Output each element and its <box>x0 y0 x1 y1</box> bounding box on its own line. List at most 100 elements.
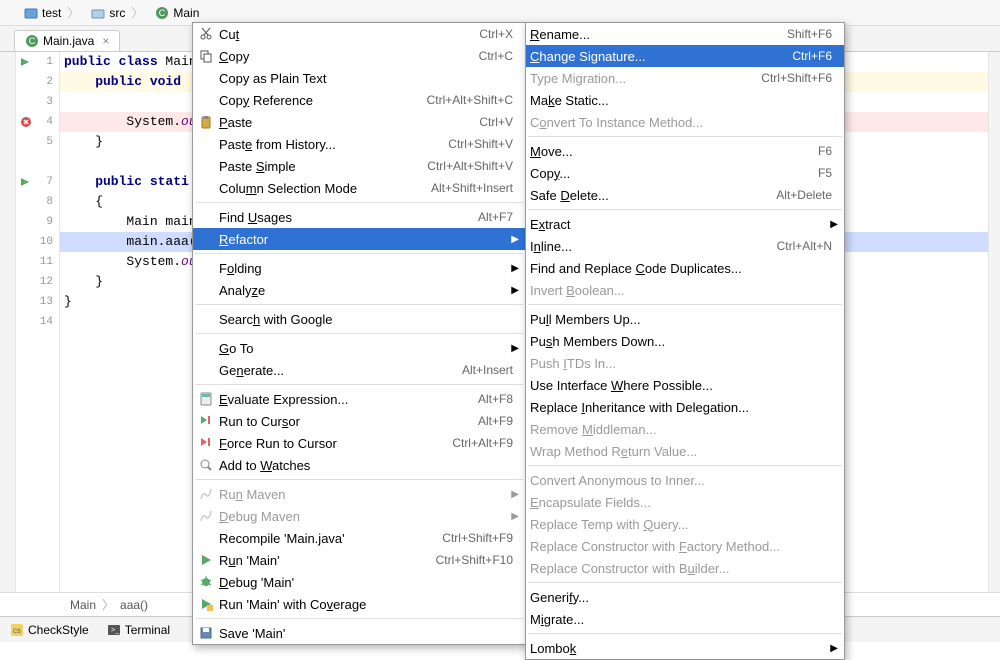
menu-item[interactable]: Refactor▶ <box>193 228 525 250</box>
menu-label: Use Interface Where Possible... <box>530 378 832 393</box>
submenu-arrow-icon: ▶ <box>511 263 519 274</box>
menu-item[interactable]: Migrate... <box>526 608 844 630</box>
blank-icon <box>197 92 215 108</box>
gutter-line[interactable]: 11 <box>16 252 59 272</box>
menu-item[interactable]: Column Selection ModeAlt+Shift+Insert <box>193 177 525 199</box>
menu-item[interactable]: Paste from History...Ctrl+Shift+V <box>193 133 525 155</box>
menu-item[interactable]: Inline...Ctrl+Alt+N <box>526 235 844 257</box>
run-gutter-icon[interactable] <box>20 177 30 187</box>
menu-item[interactable]: Copy ReferenceCtrl+Alt+Shift+C <box>193 89 525 111</box>
menu-shortcut: Ctrl+C <box>479 49 513 63</box>
error-gutter-icon[interactable] <box>20 116 32 128</box>
menu-item[interactable]: CutCtrl+X <box>193 23 525 45</box>
menu-item[interactable]: Move...F6 <box>526 140 844 162</box>
menu-item[interactable]: Make Static... <box>526 89 844 111</box>
blank-icon <box>197 362 215 378</box>
blank-icon <box>197 136 215 152</box>
menu-item[interactable]: Recompile 'Main.java'Ctrl+Shift+F9 <box>193 527 525 549</box>
menu-item[interactable]: Force Run to CursorCtrl+Alt+F9 <box>193 432 525 454</box>
blank-icon <box>197 260 215 276</box>
menu-item[interactable]: Find UsagesAlt+F7 <box>193 206 525 228</box>
gutter-line[interactable]: 10 <box>16 232 59 252</box>
menu-item[interactable]: Folding▶ <box>193 257 525 279</box>
menu-separator <box>195 253 523 254</box>
menu-label: Wrap Method Return Value... <box>530 444 832 459</box>
menu-item[interactable]: Find and Replace Code Duplicates... <box>526 257 844 279</box>
menu-label: Add to Watches <box>219 458 513 473</box>
menu-shortcut: Ctrl+Alt+F9 <box>452 436 513 450</box>
menu-item[interactable]: Debug 'Main' <box>193 571 525 593</box>
cs-icon: cs <box>10 623 24 637</box>
bc2-class[interactable]: Main <box>70 598 96 612</box>
menu-separator <box>528 465 842 466</box>
menu-item[interactable]: Search with Google <box>193 308 525 330</box>
refactor-submenu: Rename...Shift+F6Change Signature...Ctrl… <box>525 22 845 660</box>
menu-item[interactable]: Extract▶ <box>526 213 844 235</box>
context-menu: CutCtrl+XCopyCtrl+C Copy as Plain Text Cop… <box>192 22 526 645</box>
menu-item[interactable]: Copy as Plain Text <box>193 67 525 89</box>
menu-item[interactable]: Generify... <box>526 586 844 608</box>
menu-item[interactable]: Run 'Main' with Coverage <box>193 593 525 615</box>
svg-text:C: C <box>159 8 166 18</box>
menu-shortcut: Ctrl+Shift+V <box>448 137 513 151</box>
maven-icon <box>197 486 215 502</box>
menu-item: Run Maven▶ <box>193 483 525 505</box>
gutter-line[interactable]: 14 <box>16 312 59 332</box>
folder-icon <box>91 6 105 20</box>
menu-shortcut: Ctrl+X <box>479 27 513 41</box>
bc2-method[interactable]: aaa() <box>120 598 148 612</box>
gutter-line[interactable]: 9 <box>16 212 59 232</box>
menu-item[interactable]: Change Signature...Ctrl+F6 <box>526 45 844 67</box>
menu-label: Copy as Plain Text <box>219 71 513 86</box>
menu-item[interactable]: Generate...Alt+Insert <box>193 359 525 381</box>
menu-item[interactable]: Rename...Shift+F6 <box>526 23 844 45</box>
menu-item: Convert Anonymous to Inner... <box>526 469 844 491</box>
crumb-src[interactable]: src <box>87 4 151 21</box>
menu-item[interactable]: Analyze▶ <box>193 279 525 301</box>
menu-item[interactable]: Use Interface Where Possible... <box>526 374 844 396</box>
submenu-arrow-icon: ▶ <box>511 343 519 354</box>
menu-separator <box>528 209 842 210</box>
gutter-line[interactable]: 3 <box>16 92 59 112</box>
menu-item[interactable]: Run to CursorAlt+F9 <box>193 410 525 432</box>
gutter-line[interactable]: 4 <box>16 112 59 132</box>
gutter-line[interactable]: 2 <box>16 72 59 92</box>
menu-item[interactable]: Evaluate Expression...Alt+F8 <box>193 388 525 410</box>
menu-item[interactable]: Replace Inheritance with Delegation... <box>526 396 844 418</box>
crumb-test[interactable]: test <box>20 4 87 21</box>
menu-item[interactable]: Paste SimpleCtrl+Alt+Shift+V <box>193 155 525 177</box>
menu-shortcut: F5 <box>818 166 832 180</box>
gutter-line[interactable] <box>16 152 59 172</box>
crumb-Main[interactable]: CMain <box>151 6 213 20</box>
menu-label: Replace Inheritance with Delegation... <box>530 400 832 415</box>
menu-item: Convert To Instance Method... <box>526 111 844 133</box>
gutter-line[interactable]: 7 <box>16 172 59 192</box>
gutter-line[interactable]: 8 <box>16 192 59 212</box>
menu-item[interactable]: PasteCtrl+V <box>193 111 525 133</box>
menu-item[interactable]: Safe Delete...Alt+Delete <box>526 184 844 206</box>
gutter-line[interactable]: 13 <box>16 292 59 312</box>
gutter-line[interactable]: 12 <box>16 272 59 292</box>
run-gutter-icon[interactable] <box>20 57 30 67</box>
menu-item[interactable]: CopyCtrl+C <box>193 45 525 67</box>
menu-label: Copy Reference <box>219 93 427 108</box>
menu-separator <box>195 202 523 203</box>
menu-item[interactable]: Pull Members Up... <box>526 308 844 330</box>
menu-item[interactable]: Run 'Main'Ctrl+Shift+F10 <box>193 549 525 571</box>
gutter-line[interactable]: 1 <box>16 52 59 72</box>
close-icon[interactable]: × <box>102 34 109 48</box>
gutter-line[interactable]: 5 <box>16 132 59 152</box>
menu-label: Safe Delete... <box>530 188 776 203</box>
tool-tab-terminal[interactable]: >_Terminal <box>107 623 170 637</box>
menu-item[interactable]: Copy...F5 <box>526 162 844 184</box>
editor-tab[interactable]: C Main.java × <box>14 30 120 51</box>
menu-label: Force Run to Cursor <box>219 436 452 451</box>
menu-item[interactable]: Save 'Main' <box>193 622 525 644</box>
maven-icon <box>197 508 215 524</box>
menu-item: Invert Boolean... <box>526 279 844 301</box>
menu-item[interactable]: Add to Watches <box>193 454 525 476</box>
tool-tab-checkstyle[interactable]: csCheckStyle <box>10 623 89 637</box>
menu-item[interactable]: Go To▶ <box>193 337 525 359</box>
menu-item[interactable]: Push Members Down... <box>526 330 844 352</box>
tab-label: Main.java <box>43 34 94 48</box>
